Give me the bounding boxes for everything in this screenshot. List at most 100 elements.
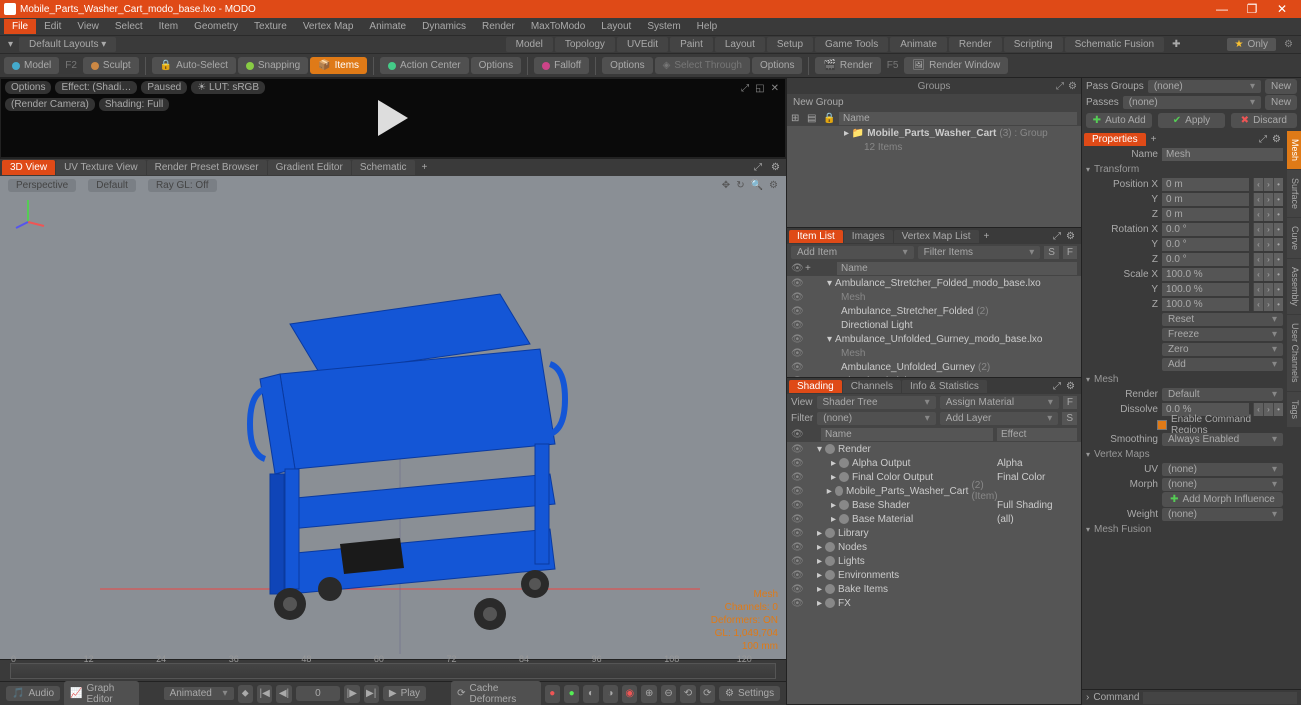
shader-row[interactable]: 👁▸ Final Color OutputFinal Color — [787, 470, 1081, 484]
tab-shading[interactable]: Shading — [789, 380, 842, 393]
shader-row[interactable]: 👁▸ Base Material(all) — [787, 512, 1081, 526]
mode-tab-setup[interactable]: Setup — [767, 37, 813, 52]
menu-file[interactable]: File — [4, 19, 36, 34]
side-tab-user-channels[interactable]: User Channels — [1287, 315, 1301, 391]
viewport-tab-render-preset-browser[interactable]: Render Preset Browser — [147, 160, 267, 175]
menu-view[interactable]: View — [69, 19, 107, 34]
shader-tree-drop[interactable]: Shader Tree — [817, 396, 936, 409]
shader-row[interactable]: 👁▸ Environments — [787, 568, 1081, 582]
zoom-icon[interactable]: 🔍 — [751, 180, 763, 191]
tab-item-list[interactable]: Item List — [789, 230, 843, 243]
menu-edit[interactable]: Edit — [36, 19, 69, 34]
add-item-drop[interactable]: Add Item — [791, 246, 914, 259]
mode-tab-paint[interactable]: Paint — [670, 37, 713, 52]
side-tab-curve[interactable]: Curve — [1287, 218, 1301, 258]
fit-icon[interactable]: ◱ — [755, 83, 764, 94]
gear-icon[interactable]: ⚙ — [769, 180, 778, 191]
mode-tab-animate[interactable]: Animate — [890, 37, 947, 52]
render-window-button[interactable]: 🖼Render Window — [904, 57, 1008, 74]
item-row[interactable]: 👁Directional Light — [787, 318, 1081, 332]
expand-icon[interactable]: ⤢ — [1056, 81, 1064, 92]
apply-button[interactable]: ✔Apply — [1158, 113, 1224, 128]
gear-icon[interactable]: ⚙ — [1284, 39, 1293, 50]
minimize-button[interactable]: — — [1207, 2, 1237, 16]
key-icon-5[interactable]: ◉ — [622, 685, 637, 703]
lock-icon[interactable]: 🔒 — [823, 113, 835, 124]
preview-camera[interactable]: (Render Camera) — [5, 98, 95, 111]
auto-select-button[interactable]: 🔒Auto-Select — [152, 57, 236, 74]
menu-select[interactable]: Select — [107, 19, 151, 34]
sculpt-button[interactable]: Sculpt — [83, 57, 139, 74]
f-button[interactable]: F — [1063, 396, 1077, 409]
dropdown-icon[interactable]: ▾ — [8, 39, 13, 50]
expand-icon[interactable]: ⤢ — [1053, 231, 1061, 242]
new-pass-button[interactable]: New — [1265, 95, 1297, 110]
plus-icon[interactable]: + — [805, 263, 817, 274]
menu-layout[interactable]: Layout — [593, 19, 639, 34]
expand-icon[interactable]: ⤢ — [1259, 134, 1267, 145]
render-button[interactable]: 🎬Render — [815, 57, 880, 74]
close-button[interactable]: ✕ — [1267, 2, 1297, 16]
options-button-3[interactable]: Options — [752, 57, 802, 74]
shading-drop[interactable]: Default — [88, 179, 136, 192]
viewport-tab-3d-view[interactable]: 3D View — [2, 160, 55, 175]
rotate-icon[interactable]: ↻ — [736, 180, 744, 191]
mode-tab-render[interactable]: Render — [949, 37, 1002, 52]
shader-row[interactable]: 👁▸ Library — [787, 526, 1081, 540]
mode-tab-game-tools[interactable]: Game Tools — [815, 37, 888, 52]
add-layer-drop[interactable]: Add Layer — [940, 412, 1059, 425]
render-drop[interactable]: Default — [1162, 388, 1283, 401]
item-row[interactable]: 👁▾ Ambulance_Stretcher_Folded_modo_base.… — [787, 276, 1081, 290]
tab-properties[interactable]: Properties — [1084, 133, 1146, 146]
move-icon[interactable]: ✥ — [722, 180, 730, 191]
auto-add-button[interactable]: ✚Auto Add — [1086, 113, 1152, 128]
tab-info---statistics[interactable]: Info & Statistics — [902, 380, 987, 393]
zero-drop[interactable]: Zero — [1162, 343, 1283, 356]
vertex-maps-section[interactable]: Vertex Maps — [1082, 447, 1287, 462]
mode-tab-model[interactable]: Model — [506, 37, 553, 52]
raygl-drop[interactable]: Ray GL: Off — [148, 179, 217, 192]
key-icon-9[interactable]: ⟳ — [700, 685, 715, 703]
transform-section[interactable]: Transform — [1082, 162, 1287, 177]
command-input[interactable] — [1143, 692, 1297, 704]
model-button[interactable]: Model — [4, 57, 59, 74]
perspective-drop[interactable]: Perspective — [8, 179, 76, 192]
gear-icon[interactable]: ⚙ — [767, 162, 784, 173]
prev-frame-icon[interactable]: ◀| — [276, 685, 291, 703]
key-icon-6[interactable]: ⊕ — [641, 685, 656, 703]
shader-row[interactable]: 👁▸ Base ShaderFull Shading — [787, 498, 1081, 512]
new-group-button[interactable]: New Group — [787, 94, 1081, 110]
options-button-1[interactable]: Options — [471, 57, 521, 74]
menu-texture[interactable]: Texture — [246, 19, 295, 34]
gear-icon[interactable]: ⚙ — [1062, 231, 1079, 242]
shader-row[interactable]: 👁▸ Alpha OutputAlpha — [787, 456, 1081, 470]
menu-system[interactable]: System — [639, 19, 688, 34]
key-icon-7[interactable]: ⊖ — [661, 685, 676, 703]
filter-items-drop[interactable]: Filter Items — [918, 246, 1041, 259]
items-button[interactable]: 📦Items — [310, 57, 367, 74]
scale-z-field[interactable]: 100.0 % — [1162, 298, 1249, 311]
mesh-section[interactable]: Mesh — [1082, 372, 1287, 387]
menu-animate[interactable]: Animate — [361, 19, 414, 34]
new-group-button[interactable]: New — [1265, 79, 1297, 94]
position-y-field[interactable]: 0 m — [1162, 193, 1249, 206]
first-frame-icon[interactable]: |◀ — [257, 685, 272, 703]
freeze-drop[interactable]: Freeze — [1162, 328, 1283, 341]
sort-icon[interactable]: ▤ — [807, 113, 819, 124]
add-tab-icon[interactable]: + — [980, 231, 994, 242]
next-frame-icon[interactable]: |▶ — [344, 685, 359, 703]
gear-icon[interactable]: ⚙ — [1062, 381, 1079, 392]
layout-dropdown[interactable]: Default Layouts ▾ — [19, 37, 116, 52]
shader-row[interactable]: 👁▸ Lights — [787, 554, 1081, 568]
add-tab-icon[interactable]: + — [1147, 134, 1161, 145]
shader-row[interactable]: 👁▸ Mobile_Parts_Washer_Cart (2) (Item) — [787, 484, 1081, 498]
3d-viewport[interactable]: Mesh Channels: 0 Deformers: ON GL: 1,049… — [0, 194, 786, 659]
close-preview-icon[interactable]: ✕ — [771, 83, 779, 94]
side-tab-tags[interactable]: Tags — [1287, 392, 1301, 427]
menu-dynamics[interactable]: Dynamics — [414, 19, 474, 34]
add-mode-icon[interactable]: ✚ — [1166, 39, 1186, 50]
key-icon-4[interactable]: ◑ — [603, 685, 618, 703]
s-button[interactable]: S — [1044, 246, 1059, 259]
expand-icon[interactable]: ⤢ — [741, 83, 749, 94]
rotation-y-field[interactable]: 0.0 ° — [1162, 238, 1249, 251]
